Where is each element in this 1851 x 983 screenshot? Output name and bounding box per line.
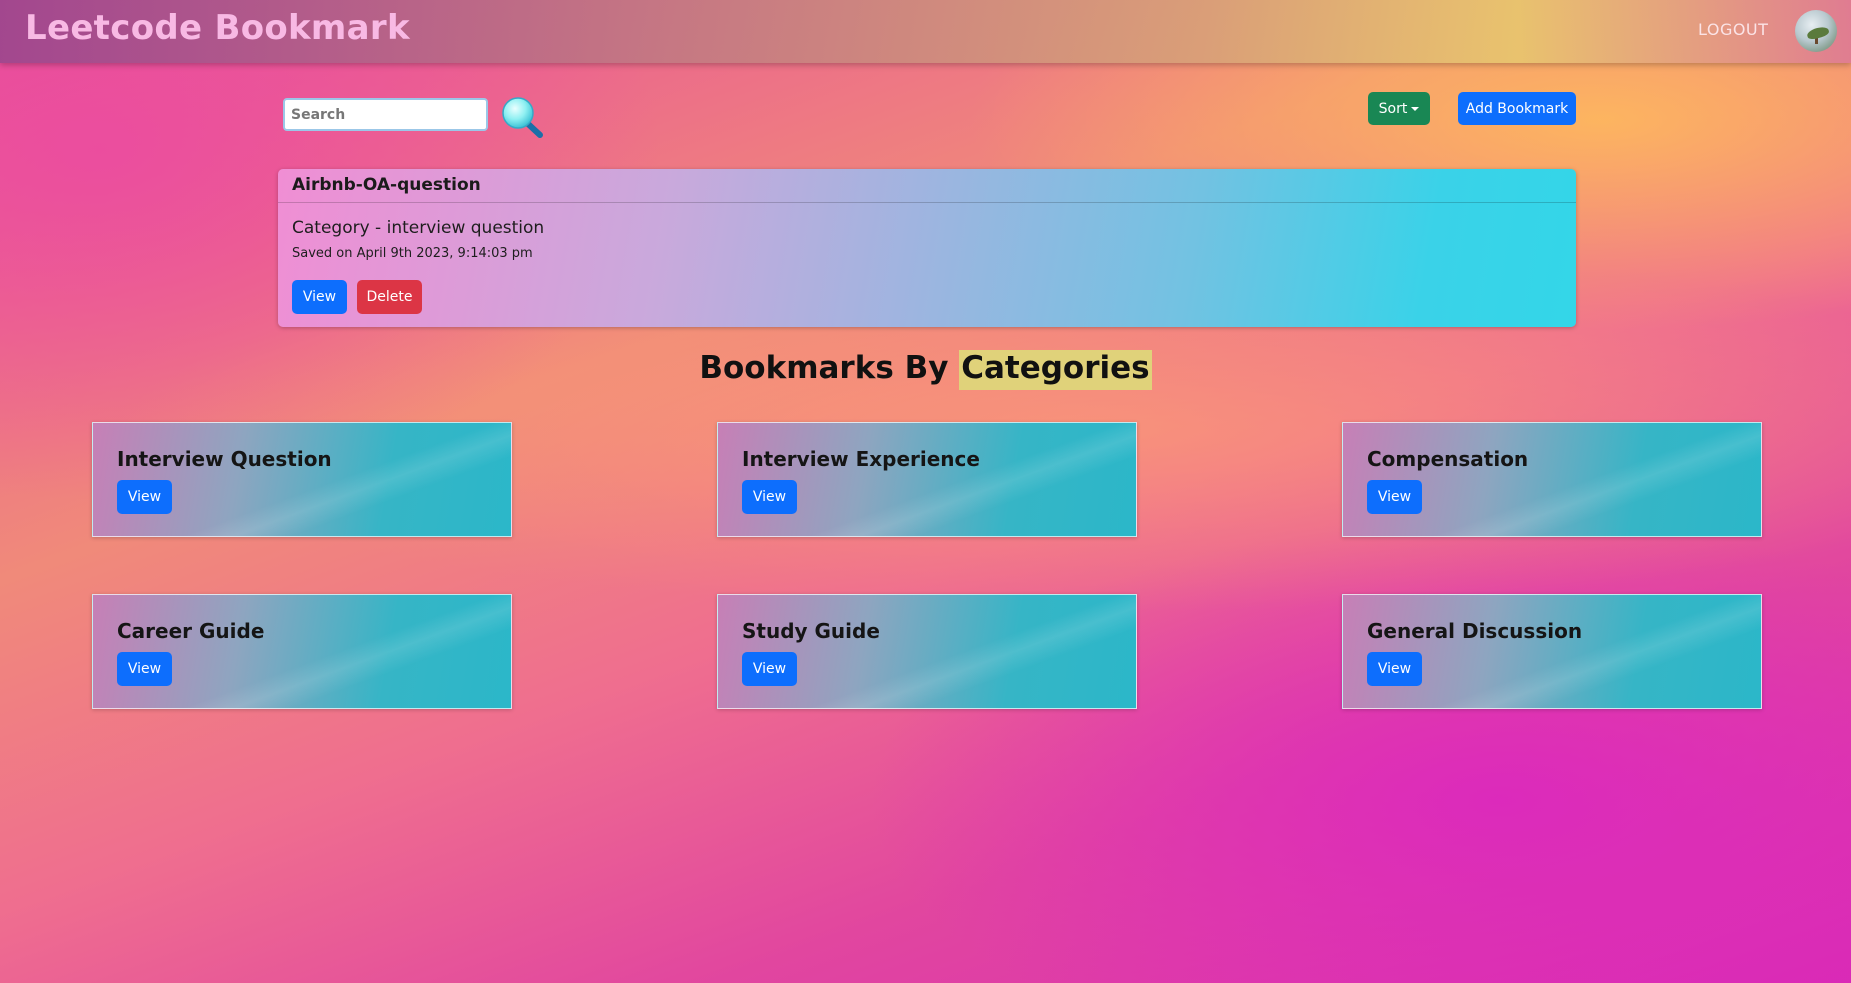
category-card-career-guide: Career Guide View [92,594,512,709]
category-card-compensation: Compensation View [1342,422,1762,537]
category-title: Interview Experience [742,447,980,471]
search-icon[interactable] [500,96,544,138]
search-input[interactable] [283,98,488,131]
section-title: Bookmarks By Categories [0,350,1851,390]
category-title: General Discussion [1367,619,1583,643]
logout-link[interactable]: LOGOUT [1698,20,1768,39]
section-title-highlight: Categories [959,350,1152,390]
brand-title[interactable]: Leetcode Bookmark [25,8,410,48]
category-view-button[interactable]: View [742,480,797,514]
category-card-general-discussion: General Discussion View [1342,594,1762,709]
category-view-button[interactable]: View [742,652,797,686]
category-card-interview-experience: Interview Experience View [717,422,1137,537]
bookmark-saved-date: Saved on April 9th 2023, 9:14:03 pm [292,246,533,261]
category-view-button[interactable]: View [1367,480,1422,514]
caret-down-icon [1411,106,1420,111]
add-bookmark-button[interactable]: Add Bookmark [1458,92,1576,125]
category-view-button[interactable]: View [1367,652,1422,686]
category-card-interview-question: Interview Question View [92,422,512,537]
category-title: Compensation [1367,447,1529,471]
category-view-button[interactable]: View [117,652,172,686]
sort-dropdown-button[interactable]: Sort [1368,92,1430,125]
section-title-prefix: Bookmarks By [699,350,960,386]
sort-label: Sort [1378,100,1408,117]
bookmark-category: Category - interview question [292,218,545,238]
category-card-study-guide: Study Guide View [717,594,1137,709]
delete-bookmark-button[interactable]: Delete [357,280,422,314]
category-title: Study Guide [742,619,880,643]
view-bookmark-button[interactable]: View [292,280,347,314]
avatar-tree [1806,25,1830,41]
navbar: Leetcode Bookmark LOGOUT [0,0,1851,63]
avatar[interactable] [1795,10,1837,52]
category-title: Interview Question [117,447,332,471]
category-title: Career Guide [117,619,265,643]
bookmark-title: Airbnb-OA-question [278,169,1576,203]
category-view-button[interactable]: View [117,480,172,514]
bookmark-card: Airbnb-OA-question Category - interview … [278,169,1576,327]
